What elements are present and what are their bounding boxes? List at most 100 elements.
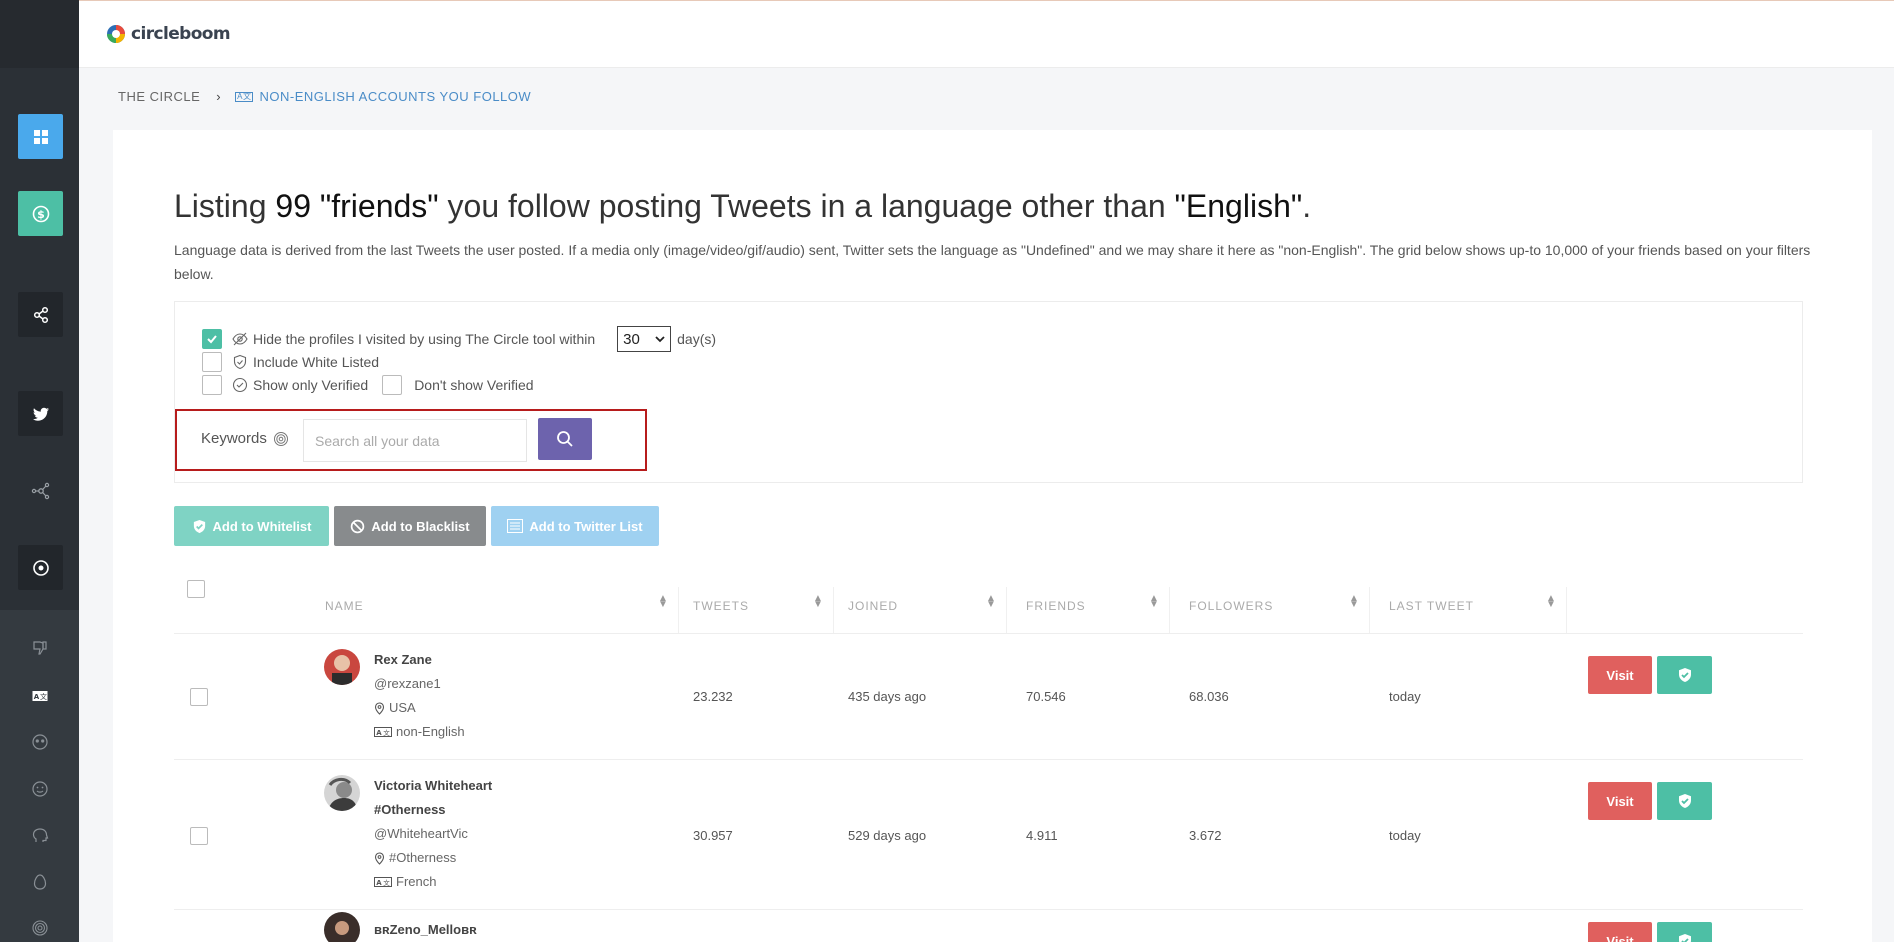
- eye-slash-icon: [232, 331, 248, 347]
- user-handle: @WhiteheartVic: [374, 822, 492, 846]
- sort-icon[interactable]: ▲ ▼: [1349, 594, 1360, 610]
- add-to-whitelist-label: Add to Whitelist: [212, 518, 312, 534]
- user-name-hashtag: #Otherness: [374, 802, 446, 817]
- column-header-joined[interactable]: JOINED: [848, 599, 898, 613]
- twitter-icon[interactable]: [18, 391, 63, 436]
- language-icon[interactable]: A文: [26, 682, 54, 710]
- visit-button[interactable]: Visit: [1588, 656, 1652, 694]
- hide-visited-filter: Hide the profiles I visited by using The…: [202, 326, 716, 352]
- user-name[interactable]: ʙʀZeno_Melloʙʀ: [374, 922, 477, 937]
- fingerprint-icon[interactable]: [26, 914, 54, 942]
- shield-check-icon: [1678, 934, 1691, 942]
- title-friends: "friends": [310, 188, 439, 224]
- friends-count: 70.546: [1026, 689, 1066, 704]
- whitelist-user-button[interactable]: [1657, 922, 1712, 942]
- search-button[interactable]: [538, 418, 592, 460]
- show-only-verified-label: Show only Verified: [253, 377, 369, 393]
- column-divider: [833, 587, 834, 633]
- target-icon[interactable]: [18, 545, 63, 590]
- table-row: Victoria Whiteheart #Otherness @Whitehea…: [174, 760, 1803, 910]
- column-header-last-tweet[interactable]: LAST TWEET: [1389, 599, 1474, 613]
- avatar[interactable]: [324, 649, 360, 685]
- breadcrumb-current-label: NON-ENGLISH ACCOUNTS YOU FOLLOW: [259, 89, 532, 104]
- title-part: Listing: [174, 188, 276, 224]
- followers-count: 3.672: [1189, 828, 1222, 843]
- head-icon[interactable]: [26, 822, 54, 850]
- sort-icon[interactable]: ▲ ▼: [1149, 594, 1160, 610]
- avatar[interactable]: [324, 912, 360, 942]
- user-name[interactable]: Rex Zane: [374, 648, 465, 672]
- search-input[interactable]: Search all your data: [303, 419, 527, 462]
- dont-show-verified-label: Don't show Verified: [414, 377, 534, 393]
- dashboard-icon[interactable]: [18, 114, 63, 159]
- user-name[interactable]: Victoria Whiteheart: [374, 774, 492, 798]
- row-checkbox[interactable]: [190, 827, 208, 845]
- svg-text:文: 文: [383, 728, 390, 737]
- verified-filters: Show only Verified Don't show Verified: [202, 375, 534, 395]
- ban-icon: [351, 519, 365, 533]
- user-info: Victoria Whiteheart #Otherness @Whitehea…: [374, 774, 492, 894]
- user-location: #Otherness: [374, 846, 492, 870]
- sort-icon[interactable]: ▲ ▼: [813, 594, 824, 610]
- mask-icon[interactable]: [26, 728, 54, 756]
- thumbs-down-icon[interactable]: [26, 634, 54, 662]
- logo-text: circleboom: [131, 24, 231, 44]
- chevron-right-icon: ›: [216, 89, 222, 104]
- avatar[interactable]: [324, 775, 360, 811]
- network-icon[interactable]: [18, 468, 63, 513]
- whitelist-user-button[interactable]: [1657, 782, 1712, 820]
- column-header-name[interactable]: NAME: [325, 599, 364, 613]
- visit-button[interactable]: Visit: [1588, 782, 1652, 820]
- joined-date: 435 days ago: [848, 689, 927, 704]
- column-header-followers[interactable]: FOLLOWERS: [1189, 599, 1273, 613]
- column-header-tweets[interactable]: TWEETS: [693, 599, 749, 613]
- share-icon[interactable]: [18, 292, 63, 337]
- user-language: A文 French: [374, 870, 492, 894]
- select-all-checkbox[interactable]: [187, 580, 205, 598]
- hide-visited-label: Hide the profiles I visited by using The…: [253, 331, 596, 347]
- whitelist-user-button[interactable]: [1657, 656, 1712, 694]
- column-divider: [1566, 587, 1567, 633]
- dont-show-verified-checkbox[interactable]: [382, 375, 403, 395]
- user-info: Rex Zane @rexzane1 USA A文 non-English: [374, 648, 465, 744]
- hide-visited-checkbox[interactable]: [202, 329, 222, 349]
- add-to-whitelist-button[interactable]: Add to Whitelist: [174, 506, 329, 546]
- add-to-blacklist-button[interactable]: Add to Blacklist: [334, 506, 486, 546]
- joined-date: 529 days ago: [848, 828, 927, 843]
- sort-icon[interactable]: ▲ ▼: [986, 594, 997, 610]
- row-checkbox[interactable]: [190, 688, 208, 706]
- svg-text:文: 文: [40, 692, 47, 701]
- user-handle-text: @rexzane1: [374, 676, 441, 691]
- include-whitelisted-checkbox[interactable]: [202, 352, 222, 372]
- column-header-friends[interactable]: FRIENDS: [1026, 599, 1086, 613]
- shield-check-icon: [232, 354, 248, 370]
- add-to-twitter-list-button[interactable]: Add to Twitter List: [491, 506, 659, 546]
- keywords-label-text: Keywords: [201, 430, 267, 447]
- column-divider: [1169, 587, 1170, 633]
- table-header: NAME ▲ ▼ TWEETS ▲ ▼ JOINED ▲ ▼ FRIENDS ▲ ▼ F…: [174, 572, 1803, 634]
- user-language-text: French: [396, 874, 437, 889]
- circleboom-logo-icon: [107, 25, 125, 43]
- user-location: USA: [374, 696, 465, 720]
- map-pin-icon: [374, 851, 385, 865]
- breadcrumb-root[interactable]: THE CIRCLE: [118, 89, 200, 104]
- svg-text:A: A: [376, 729, 382, 737]
- visit-button[interactable]: Visit: [1588, 922, 1652, 942]
- logo[interactable]: circleboom: [103, 21, 231, 47]
- language-icon: A文: [374, 727, 392, 737]
- include-whitelisted-label: Include White Listed: [253, 354, 380, 370]
- shield-check-icon: [193, 519, 205, 533]
- days-select[interactable]: 30: [617, 326, 672, 352]
- user-handle: @rexzane1: [374, 672, 465, 696]
- sort-icon[interactable]: ▲ ▼: [658, 594, 669, 610]
- page-title: Listing 99 "friends" you follow posting …: [174, 188, 1311, 225]
- title-part: you follow posting Tweets in a language …: [438, 188, 1175, 224]
- billing-icon[interactable]: $: [18, 191, 63, 236]
- egg-icon[interactable]: [26, 868, 54, 896]
- smile-icon[interactable]: [26, 775, 54, 803]
- sort-icon[interactable]: ▲ ▼: [1546, 594, 1557, 610]
- show-only-verified-checkbox[interactable]: [202, 375, 222, 395]
- verified-icon: [232, 377, 248, 393]
- top-bar: circleboom: [79, 0, 1894, 68]
- title-language: "English": [1174, 188, 1303, 224]
